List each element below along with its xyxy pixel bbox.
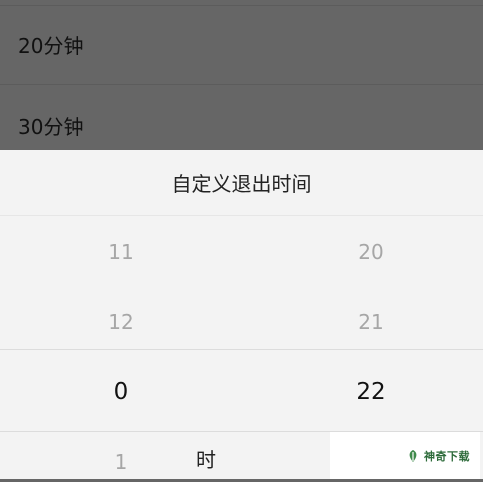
watermark-badge: 神奇下载 (330, 432, 480, 479)
hour-option[interactable]: 12 (71, 302, 171, 342)
hour-wheel[interactable]: 11 12 0 1 (71, 216, 171, 479)
list-item-label: 20分钟 (18, 34, 84, 58)
leaf-logo-icon (409, 449, 417, 462)
minute-option-selected[interactable]: 22 (321, 372, 421, 412)
list-item-label: 30分钟 (18, 114, 84, 139)
list-item-20-minutes[interactable]: 20分钟 (0, 5, 483, 85)
minute-option[interactable]: 20 (321, 232, 421, 272)
hour-unit-label: 时 (196, 447, 216, 472)
watermark-content: 神奇下载 (406, 448, 470, 464)
background-list: 20分钟 30分钟 (0, 0, 483, 150)
custom-exit-time-sheet: 自定义退出时间 11 12 0 1 时 20 21 22 23 分 (0, 150, 483, 479)
hour-option-selected[interactable]: 0 (71, 372, 171, 412)
sheet-title: 自定义退出时间 (0, 150, 483, 216)
watermark-text: 神奇下载 (424, 449, 470, 463)
hour-option[interactable]: 11 (71, 232, 171, 272)
minute-option[interactable]: 21 (321, 302, 421, 342)
hour-option[interactable]: 1 (71, 442, 171, 482)
